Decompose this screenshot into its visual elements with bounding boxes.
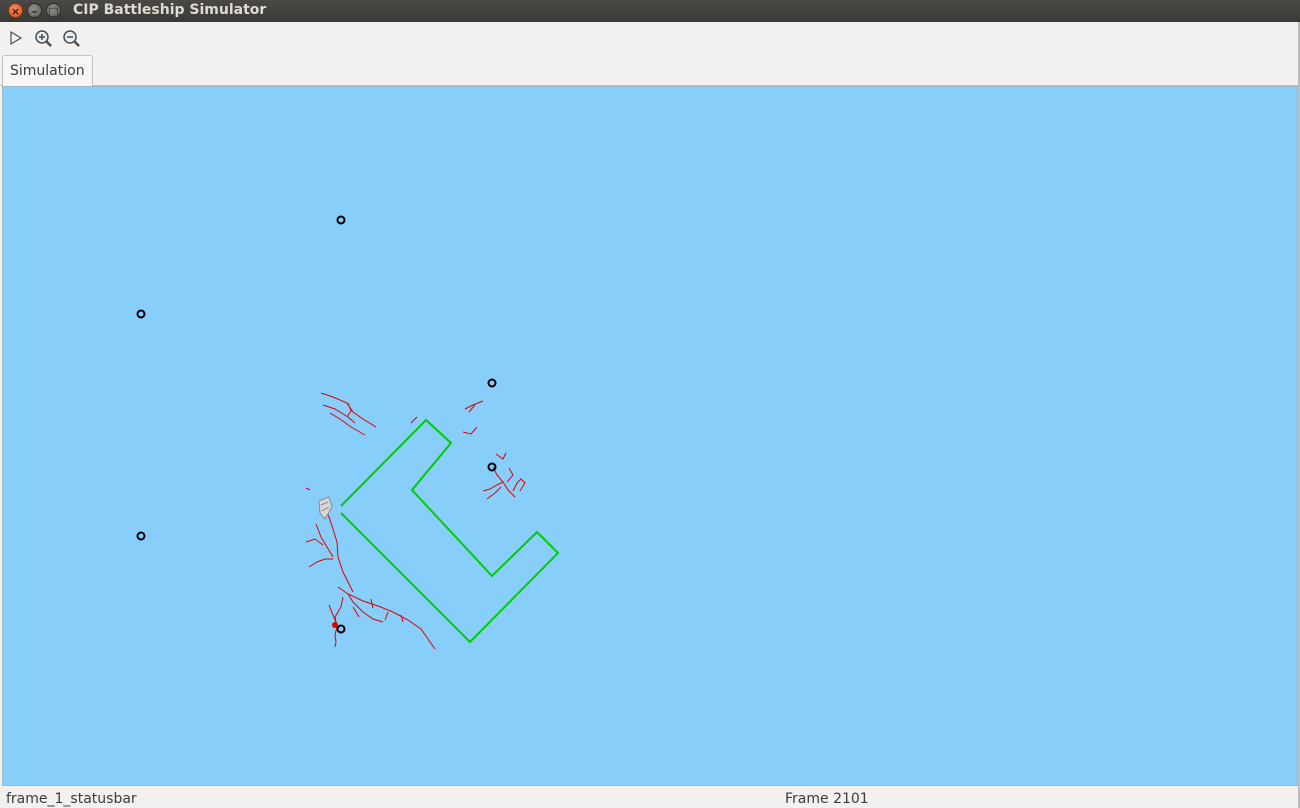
simulation-view	[136, 215, 560, 650]
window-title: CIP Battleship Simulator	[73, 2, 267, 18]
tab-bar: Simulation	[0, 52, 1300, 87]
ship	[318, 496, 333, 520]
maximize-window-button[interactable]: □	[46, 3, 61, 18]
close-window-button[interactable]: ×	[8, 3, 23, 18]
buoy	[336, 215, 346, 225]
title-bar: × – □ CIP Battleship Simulator	[0, 0, 1300, 22]
zoom-out-button[interactable]	[60, 27, 82, 49]
zoom-out-icon	[63, 30, 80, 47]
simulation-canvas[interactable]	[2, 86, 1298, 786]
minimize-window-button[interactable]: –	[27, 3, 42, 18]
tab-simulation[interactable]: Simulation	[2, 55, 93, 87]
buoy	[136, 531, 146, 541]
zoom-in-button[interactable]	[32, 27, 54, 49]
status-bar: frame_1_statusbar Frame 2101	[0, 788, 1300, 808]
play-button[interactable]	[4, 27, 26, 49]
play-icon	[10, 30, 23, 46]
buoy	[136, 309, 146, 319]
buoy	[336, 624, 346, 634]
app-window: × – □ CIP Battleship Simulator Simulatio…	[0, 0, 1300, 808]
planned-path	[340, 418, 560, 644]
zoom-in-icon	[35, 30, 52, 47]
buoy	[487, 378, 497, 388]
buoys	[136, 215, 497, 634]
frame-counter: Frame 2101	[785, 791, 869, 807]
buoy	[487, 462, 497, 472]
statusbar-label: frame_1_statusbar	[6, 791, 137, 807]
toolbar	[0, 22, 1300, 52]
